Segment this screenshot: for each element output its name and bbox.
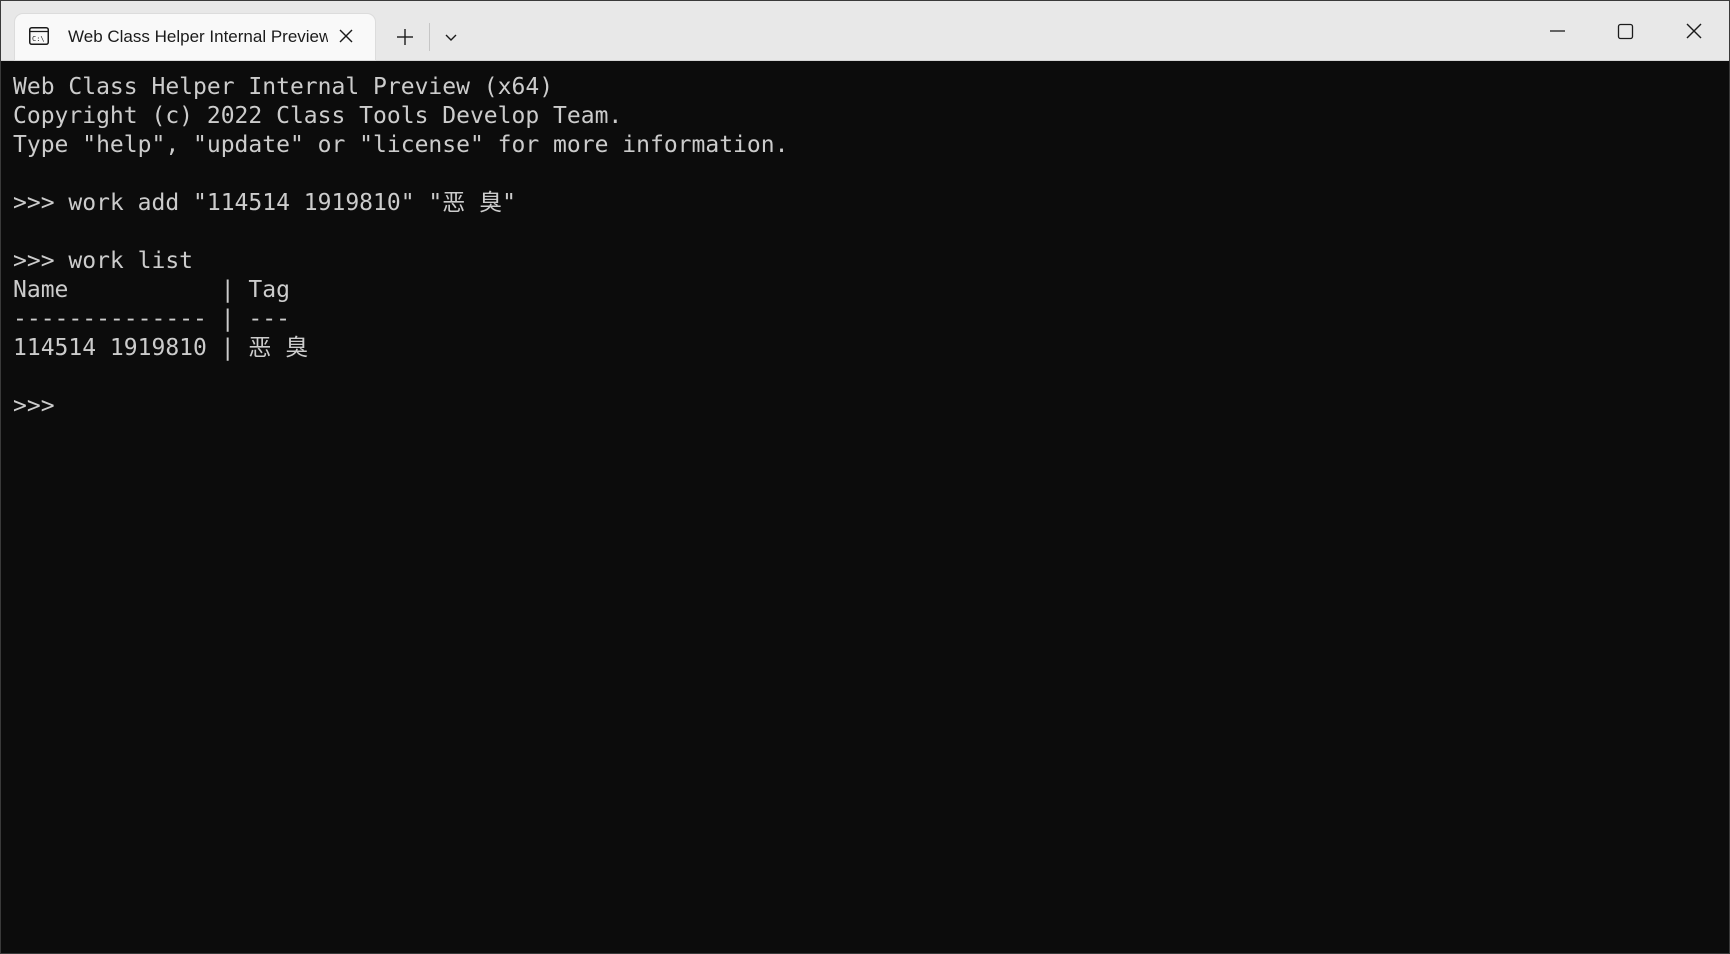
plus-icon	[397, 29, 413, 45]
svg-text:C:\: C:\	[32, 35, 45, 43]
console-icon: C:\	[29, 27, 49, 45]
minimize-icon	[1550, 30, 1565, 32]
terminal-command-line: >>> work list	[13, 248, 194, 274]
terminal-command-line: >>> work add "114514 1919810" "恶 臭"	[13, 190, 516, 216]
chevron-down-icon	[445, 34, 457, 41]
terminal-table-header: Name | Tag	[13, 277, 290, 303]
tab-separator	[429, 23, 430, 51]
terminal-output[interactable]: Web Class Helper Internal Preview (x64) …	[1, 61, 1729, 953]
terminal-table-row: 114514 1919810 | 恶 臭	[13, 335, 309, 361]
terminal-table-divider: -------------- | ---	[13, 306, 290, 332]
terminal-window: C:\ Web Class Helper Internal Preview (x…	[0, 0, 1730, 954]
tab-close-icon[interactable]	[337, 27, 355, 45]
terminal-line: Type "help", "update" or "license" for m…	[13, 132, 789, 158]
terminal-line: Web Class Helper Internal Preview (x64)	[13, 74, 554, 100]
tab-active[interactable]: C:\ Web Class Helper Internal Preview (x…	[15, 14, 375, 60]
close-window-button[interactable]	[1671, 11, 1717, 51]
terminal-line: Copyright (c) 2022 Class Tools Develop T…	[13, 103, 623, 129]
maximize-icon	[1617, 23, 1634, 40]
terminal-prompt[interactable]: >>>	[13, 392, 1729, 421]
title-bar[interactable]: C:\ Web Class Helper Internal Preview (x…	[1, 1, 1729, 61]
tab-dropdown-button[interactable]	[437, 21, 465, 53]
new-tab-button[interactable]	[389, 21, 421, 53]
minimize-button[interactable]	[1534, 11, 1580, 51]
tab-title: Web Class Helper Internal Preview (x64)	[68, 27, 328, 46]
close-icon	[1686, 23, 1702, 39]
maximize-button[interactable]	[1602, 11, 1648, 51]
